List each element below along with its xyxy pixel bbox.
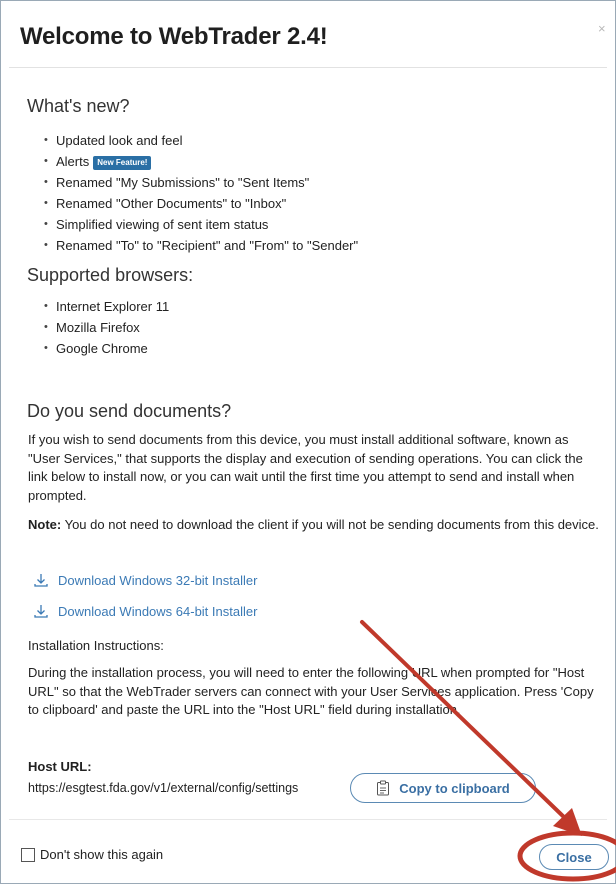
download-32bit-link[interactable]: Download Windows 32-bit Installer [33,572,257,588]
list-item: Renamed "Other Documents" to "Inbox" [44,193,358,214]
note-label: Note: [28,517,62,532]
welcome-dialog: Welcome to WebTrader 2.4! × What's new? … [0,0,616,884]
browsers-list: Internet Explorer 11 Mozilla Firefox Goo… [44,296,169,359]
list-item: Mozilla Firefox [44,317,169,338]
copy-to-clipboard-label[interactable]: Copy to clipboard [399,781,510,796]
download-32bit-label[interactable]: Download Windows 32-bit Installer [58,573,257,588]
send-documents-heading: Do you send documents? [27,401,232,421]
dont-show-again-label[interactable]: Don't show this again [40,847,163,862]
footer-divider [9,819,607,820]
send-documents-body: If you wish to send documents from this … [28,432,583,503]
copy-to-clipboard-button[interactable]: Copy to clipboard [350,773,536,803]
close-button[interactable]: Close [539,844,609,870]
installation-instructions-heading: Installation Instructions: [28,638,164,653]
list-item: Updated look and feel [44,130,358,151]
whats-new-heading: What's new? [27,96,130,116]
note-paragraph: Note: You do not need to download the cl… [28,516,600,535]
note-text: You do not need to download the client i… [61,517,599,532]
list-item: Google Chrome [44,338,169,359]
dont-show-again-checkbox[interactable]: Don't show this again [21,847,163,862]
new-feature-badge: New Feature! [93,156,152,170]
host-url-label: Host URL: [28,759,92,774]
dialog-close-x-button[interactable]: × [598,21,606,36]
list-item: AlertsNew Feature! [44,151,358,172]
download-icon [34,574,48,587]
dialog-title: Welcome to WebTrader 2.4! [20,23,328,50]
clipboard-icon [377,780,390,796]
list-item: Renamed "To" to "Recipient" and "From" t… [44,235,358,256]
host-url-value: https://esgtest.fda.gov/v1/external/conf… [28,781,299,795]
list-item: Internet Explorer 11 [44,296,169,317]
checkbox-box[interactable] [21,847,35,862]
download-icon [34,605,48,618]
list-item: Simplified viewing of sent item status [44,214,358,235]
title-divider [9,67,607,68]
installation-instructions-body: During the installation process, you wil… [28,665,594,717]
download-64bit-label[interactable]: Download Windows 64-bit Installer [58,604,257,619]
supported-browsers-heading: Supported browsers: [27,265,194,285]
download-64bit-link[interactable]: Download Windows 64-bit Installer [33,603,257,619]
list-item: Renamed "My Submissions" to "Sent Items" [44,172,358,193]
whats-new-list: Updated look and feel AlertsNew Feature!… [44,130,358,256]
